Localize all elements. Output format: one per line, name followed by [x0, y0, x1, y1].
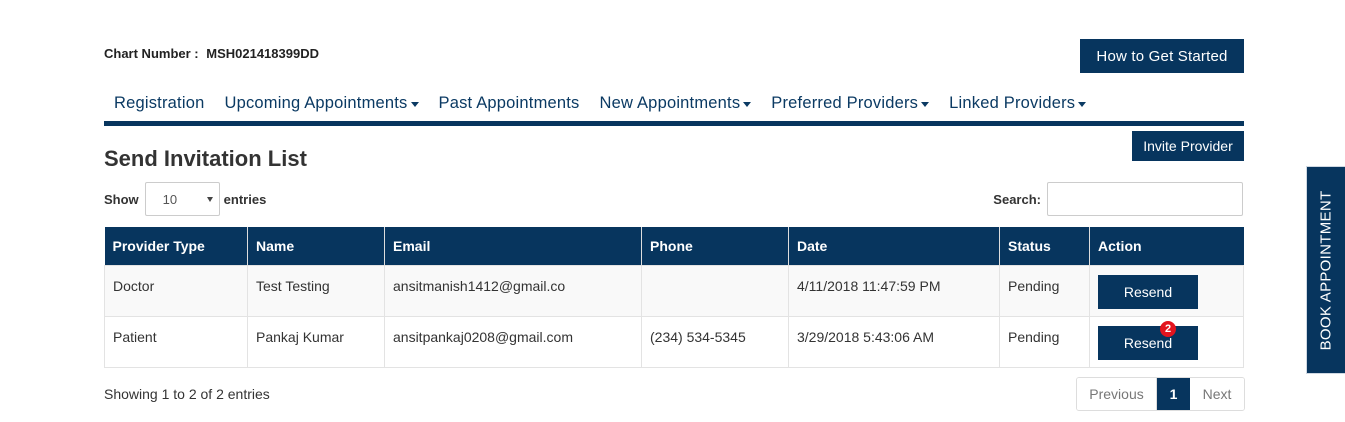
notification-badge: 2	[1160, 320, 1176, 337]
column-header-name[interactable]: Name	[247, 227, 385, 265]
nav-item-label: Preferred Providers	[771, 94, 919, 112]
nav-item-linked-providers[interactable]: Linked Providers	[939, 94, 1096, 113]
cell-provider-type: Doctor	[104, 264, 248, 317]
cell-phone	[641, 264, 789, 317]
invite-provider-button[interactable]: Invite Provider	[1132, 131, 1244, 161]
cell-date: 3/29/2018 5:43:06 AM	[788, 315, 1000, 368]
column-header-email[interactable]: Email	[384, 227, 642, 265]
caret-down-icon	[1078, 102, 1087, 107]
column-header-status[interactable]: Status	[999, 227, 1090, 265]
pagination-next[interactable]: Next	[1190, 378, 1244, 410]
caret-down-icon	[743, 102, 752, 107]
resend-button[interactable]: Resend	[1098, 274, 1198, 309]
chart-number-label: Chart Number :	[104, 46, 199, 61]
table-header-row: Provider Type Name Email Phone Date Stat…	[104, 227, 1244, 265]
search-label: Search:	[993, 191, 1041, 207]
nav-item-new-appointments[interactable]: New Appointments	[590, 94, 762, 113]
cell-provider-type: Patient	[104, 315, 248, 368]
cell-phone: (234) 534-5345	[641, 315, 789, 368]
nav-item-label: New Appointments	[599, 94, 741, 112]
entries-select[interactable]: 10	[144, 182, 220, 216]
book-appointment-label: BOOK APPOINTMENT	[1317, 190, 1335, 350]
entries-label: entries	[223, 191, 267, 207]
show-label: Show	[104, 191, 139, 207]
nav-item-label: Past Appointments	[438, 94, 580, 112]
cell-name: Test Testing	[247, 264, 385, 317]
table-row: Doctor Test Testing ansitmanish1412@gmai…	[104, 264, 1244, 317]
table-search: Search:	[993, 182, 1243, 216]
nav-item-upcoming-appointments[interactable]: Upcoming Appointments	[214, 94, 428, 113]
nav-item-past-appointments[interactable]: Past Appointments	[429, 94, 590, 113]
table-info: Showing 1 to 2 of 2 entries	[104, 386, 270, 402]
nav-item-label: Registration	[114, 94, 205, 112]
resend-label: Resend	[1123, 283, 1173, 300]
resend-button[interactable]: Resend 2	[1098, 320, 1198, 360]
caret-down-icon	[410, 102, 419, 107]
column-header-action: Action	[1089, 227, 1244, 265]
cell-status: Pending	[999, 264, 1090, 317]
cell-name: Pankaj Kumar	[247, 315, 385, 368]
main-nav: Registration Upcoming Appointments Past …	[104, 86, 1244, 126]
cell-action: Resend 2	[1089, 315, 1244, 368]
nav-item-label: Linked Providers	[949, 94, 1076, 112]
cell-date: 4/11/2018 11:47:59 PM	[788, 264, 1000, 317]
cell-email: ansitpankaj0208@gmail.com	[384, 315, 642, 368]
invitation-table: Provider Type Name Email Phone Date Stat…	[104, 227, 1244, 368]
entries-length-control: Show 10 entries	[104, 182, 266, 216]
pagination-page-1[interactable]: 1	[1157, 378, 1190, 410]
chart-number: Chart Number : MSH021418399DD	[104, 46, 319, 61]
table-row: Patient Pankaj Kumar ansitpankaj0208@gma…	[104, 315, 1244, 368]
cell-email: ansitmanish1412@gmail.co	[384, 264, 642, 317]
pagination-previous[interactable]: Previous	[1077, 378, 1157, 410]
column-header-provider-type[interactable]: Provider Type	[104, 227, 248, 265]
pagination: Previous 1 Next	[1076, 377, 1245, 411]
cell-status: Pending	[999, 315, 1090, 368]
cell-action: Resend	[1089, 264, 1244, 317]
caret-down-icon	[921, 102, 930, 107]
nav-item-label: Upcoming Appointments	[224, 94, 408, 112]
resend-label: Resend	[1123, 334, 1173, 351]
column-header-phone[interactable]: Phone	[641, 227, 789, 265]
how-to-get-started-button[interactable]: How to Get Started	[1080, 39, 1244, 73]
search-input[interactable]	[1047, 182, 1243, 216]
page-title: Send Invitation List	[104, 146, 307, 171]
column-header-date[interactable]: Date	[788, 227, 1000, 265]
nav-item-preferred-providers[interactable]: Preferred Providers	[761, 94, 939, 113]
nav-item-registration[interactable]: Registration	[104, 94, 214, 113]
entries-select-value: 10	[162, 191, 178, 207]
chevron-down-icon	[206, 196, 213, 202]
chart-number-value: MSH021418399DD	[206, 46, 319, 61]
book-appointment-tab[interactable]: BOOK APPOINTMENT	[1306, 166, 1345, 374]
